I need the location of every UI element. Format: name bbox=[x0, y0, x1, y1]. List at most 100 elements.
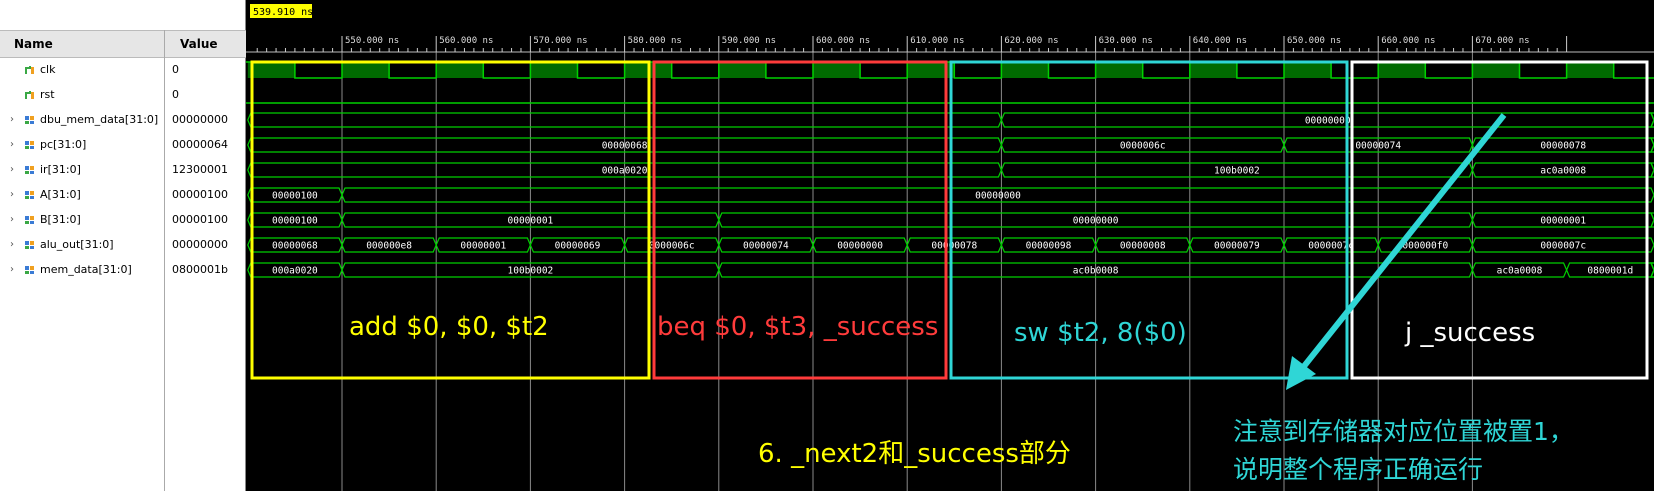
time-tick-label: 560.000 ns bbox=[439, 36, 493, 46]
alu_out-bus-value: 00000000 bbox=[837, 241, 883, 252]
alu_out-bus-value: 000000f0 bbox=[1402, 241, 1448, 252]
signal-row[interactable]: › alu_out[31:0] 00000000 bbox=[0, 233, 246, 258]
alu_out-bus-value: 00000068 bbox=[272, 241, 318, 252]
ir-bus-value: ac0a0008 bbox=[1540, 166, 1586, 177]
signal-name: rst bbox=[40, 88, 55, 101]
clk-high-pulse bbox=[436, 62, 484, 78]
sw-instruction-label: sw $t2, 8($0) bbox=[1014, 318, 1187, 348]
mem_data-bus-value: 000a0020 bbox=[272, 266, 318, 277]
alu_out-bus-value: 000000e8 bbox=[366, 241, 412, 252]
dbu_mem_data-bus-value: 00000000 bbox=[1305, 116, 1351, 127]
alu_out-bus-value: 00000078 bbox=[931, 241, 977, 252]
clk-high-pulse bbox=[718, 62, 766, 78]
signal-value: 0800001b bbox=[172, 263, 228, 276]
signal-value: 0 bbox=[172, 88, 179, 101]
signal-list-header: Name Value bbox=[0, 30, 246, 58]
alu_out-bus-value: 0000007c bbox=[1540, 241, 1586, 252]
time-tick-label: 590.000 ns bbox=[722, 36, 776, 46]
bus-signal-icon bbox=[25, 265, 35, 275]
signal-name: pc[31:0] bbox=[40, 138, 87, 151]
alu_out-bus-value: 00000074 bbox=[743, 241, 789, 252]
section-label: 6. _next2和_success部分 bbox=[758, 439, 1071, 469]
bit-signal-icon bbox=[25, 90, 35, 100]
alu_out-bus-value: 00000001 bbox=[460, 241, 506, 252]
time-ruler: 550.000 ns 560.000 ns 570.000 ns 580.000 ns… bbox=[246, 36, 1654, 53]
alu_out-bus-value: 0000006c bbox=[649, 241, 695, 252]
expand-chevron-icon[interactable]: › bbox=[10, 164, 14, 175]
signal-row[interactable]: › ir[31:0] 12300001 bbox=[0, 158, 246, 183]
signal-value: 00000000 bbox=[172, 113, 228, 126]
time-cursor: 539.910 ns bbox=[250, 4, 313, 18]
j-instruction-label: j _success bbox=[1405, 318, 1536, 348]
B-bus-value: 00000001 bbox=[1540, 216, 1586, 227]
pc-bus-value: 00000074 bbox=[1355, 141, 1401, 152]
expand-chevron-icon[interactable]: › bbox=[10, 264, 14, 275]
A-bus-value: 00000100 bbox=[272, 191, 318, 202]
time-tick-label: 620.000 ns bbox=[1004, 36, 1058, 46]
add-instruction-label: add $0, $0, $t2 bbox=[349, 312, 549, 342]
pc-bus-value: 00000068 bbox=[602, 141, 648, 152]
bus-signal-icon bbox=[25, 140, 35, 150]
clk-high-pulse bbox=[813, 62, 861, 78]
signal-row[interactable]: › B[31:0] 00000100 bbox=[0, 208, 246, 233]
signal-value: 00000100 bbox=[172, 213, 228, 226]
clk-high-pulse bbox=[247, 62, 295, 78]
clk-high-pulse bbox=[342, 62, 390, 78]
signal-name-panel: Name Value clk 0 rst 0 › dbu_mem_data[31:0] 00… bbox=[0, 0, 246, 491]
signal-row[interactable]: › mem_data[31:0] 0800001b bbox=[0, 258, 246, 283]
cursor-time-label: 539.910 ns bbox=[253, 7, 313, 18]
clk-high-pulse bbox=[1472, 62, 1520, 78]
signal-value: 00000000 bbox=[172, 238, 228, 251]
clk-high-pulse bbox=[1095, 62, 1143, 78]
ir-bus-value: 100b0002 bbox=[1214, 166, 1260, 177]
signal-row[interactable]: › dbu_mem_data[31:0] 00000000 bbox=[0, 108, 246, 133]
signal-value: 00000100 bbox=[172, 188, 228, 201]
pc-bus-value: 00000078 bbox=[1540, 141, 1586, 152]
clk-high-pulse bbox=[530, 62, 578, 78]
bus-signal-icon bbox=[25, 190, 35, 200]
pc-bus-value: 0000006c bbox=[1120, 141, 1166, 152]
time-tick-label: 650.000 ns bbox=[1287, 36, 1341, 46]
signal-name: alu_out[31:0] bbox=[40, 238, 114, 251]
alu_out-bus-value: 00000079 bbox=[1214, 241, 1260, 252]
bus-signal-icon bbox=[25, 115, 35, 125]
expand-chevron-icon[interactable]: › bbox=[10, 214, 14, 225]
ir-bus-value: 000a0020 bbox=[602, 166, 648, 177]
signal-row[interactable]: rst 0 bbox=[0, 83, 246, 108]
alu_out-bus-value: 00000098 bbox=[1026, 241, 1072, 252]
signal-name: B[31:0] bbox=[40, 213, 81, 226]
clk-high-pulse bbox=[1566, 62, 1614, 78]
signal-name: mem_data[31:0] bbox=[40, 263, 132, 276]
time-tick-label: 610.000 ns bbox=[910, 36, 964, 46]
signal-row[interactable]: › pc[31:0] 00000064 bbox=[0, 133, 246, 158]
signal-value: 0 bbox=[172, 63, 179, 76]
bit-signal-icon bbox=[25, 65, 35, 75]
note-line-2: 说明整个程序正确运行 bbox=[1233, 455, 1484, 484]
beq-instruction-label: beq $0, $t3, _success bbox=[657, 312, 939, 342]
time-tick-label: 600.000 ns bbox=[816, 36, 870, 46]
expand-chevron-icon[interactable]: › bbox=[10, 114, 14, 125]
signal-name: clk bbox=[40, 63, 56, 76]
expand-chevron-icon[interactable]: › bbox=[10, 189, 14, 200]
time-tick-label: 670.000 ns bbox=[1475, 36, 1529, 46]
alu_out-bus-value: 00000008 bbox=[1120, 241, 1166, 252]
signal-name: ir[31:0] bbox=[40, 163, 81, 176]
A-bus-value: 00000000 bbox=[975, 191, 1021, 202]
B-bus-value: 00000001 bbox=[508, 216, 554, 227]
expand-chevron-icon[interactable]: › bbox=[10, 239, 14, 250]
mem_data-bus-value: ac0a0008 bbox=[1497, 266, 1543, 277]
bus-signal-icon bbox=[25, 240, 35, 250]
time-tick-label: 640.000 ns bbox=[1193, 36, 1247, 46]
time-tick-label: 570.000 ns bbox=[533, 36, 587, 46]
expand-chevron-icon[interactable]: › bbox=[10, 139, 14, 150]
signal-name: dbu_mem_data[31:0] bbox=[40, 113, 159, 126]
name-column-header[interactable]: Name bbox=[14, 31, 53, 58]
time-tick-label: 580.000 ns bbox=[628, 36, 682, 46]
signal-row[interactable]: clk 0 bbox=[0, 58, 246, 83]
clk-high-pulse bbox=[1001, 62, 1049, 78]
signal-name: A[31:0] bbox=[40, 188, 81, 201]
signal-value: 12300001 bbox=[172, 163, 228, 176]
value-column-header[interactable]: Value bbox=[180, 31, 218, 58]
signal-row[interactable]: › A[31:0] 00000100 bbox=[0, 183, 246, 208]
mem_data-bus-value: 100b0002 bbox=[508, 266, 554, 277]
